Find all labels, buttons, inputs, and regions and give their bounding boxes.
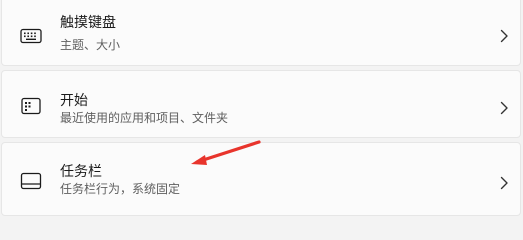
keyboard-icon <box>19 24 43 48</box>
settings-item-start[interactable]: 开始 最近使用的应用和项目、文件夹 <box>1 70 521 138</box>
item-subtitle: 最近使用的应用和项目、文件夹 <box>60 111 229 125</box>
start-menu-icon <box>19 94 43 118</box>
chevron-right-icon <box>499 100 509 115</box>
chevron-right-icon <box>499 175 509 190</box>
item-title: 触摸键盘 <box>60 15 116 31</box>
item-title: 开始 <box>60 93 88 109</box>
annotation-arrow-icon <box>191 140 261 165</box>
taskbar-icon <box>19 169 43 193</box>
settings-item-touch-keyboard[interactable]: 触摸键盘 主题、大小 <box>1 0 521 66</box>
item-subtitle: 主题、大小 <box>60 38 121 52</box>
item-subtitle: 任务栏行为，系统固定 <box>60 182 181 196</box>
chevron-right-icon <box>499 28 509 43</box>
item-title: 任务栏 <box>60 164 102 180</box>
